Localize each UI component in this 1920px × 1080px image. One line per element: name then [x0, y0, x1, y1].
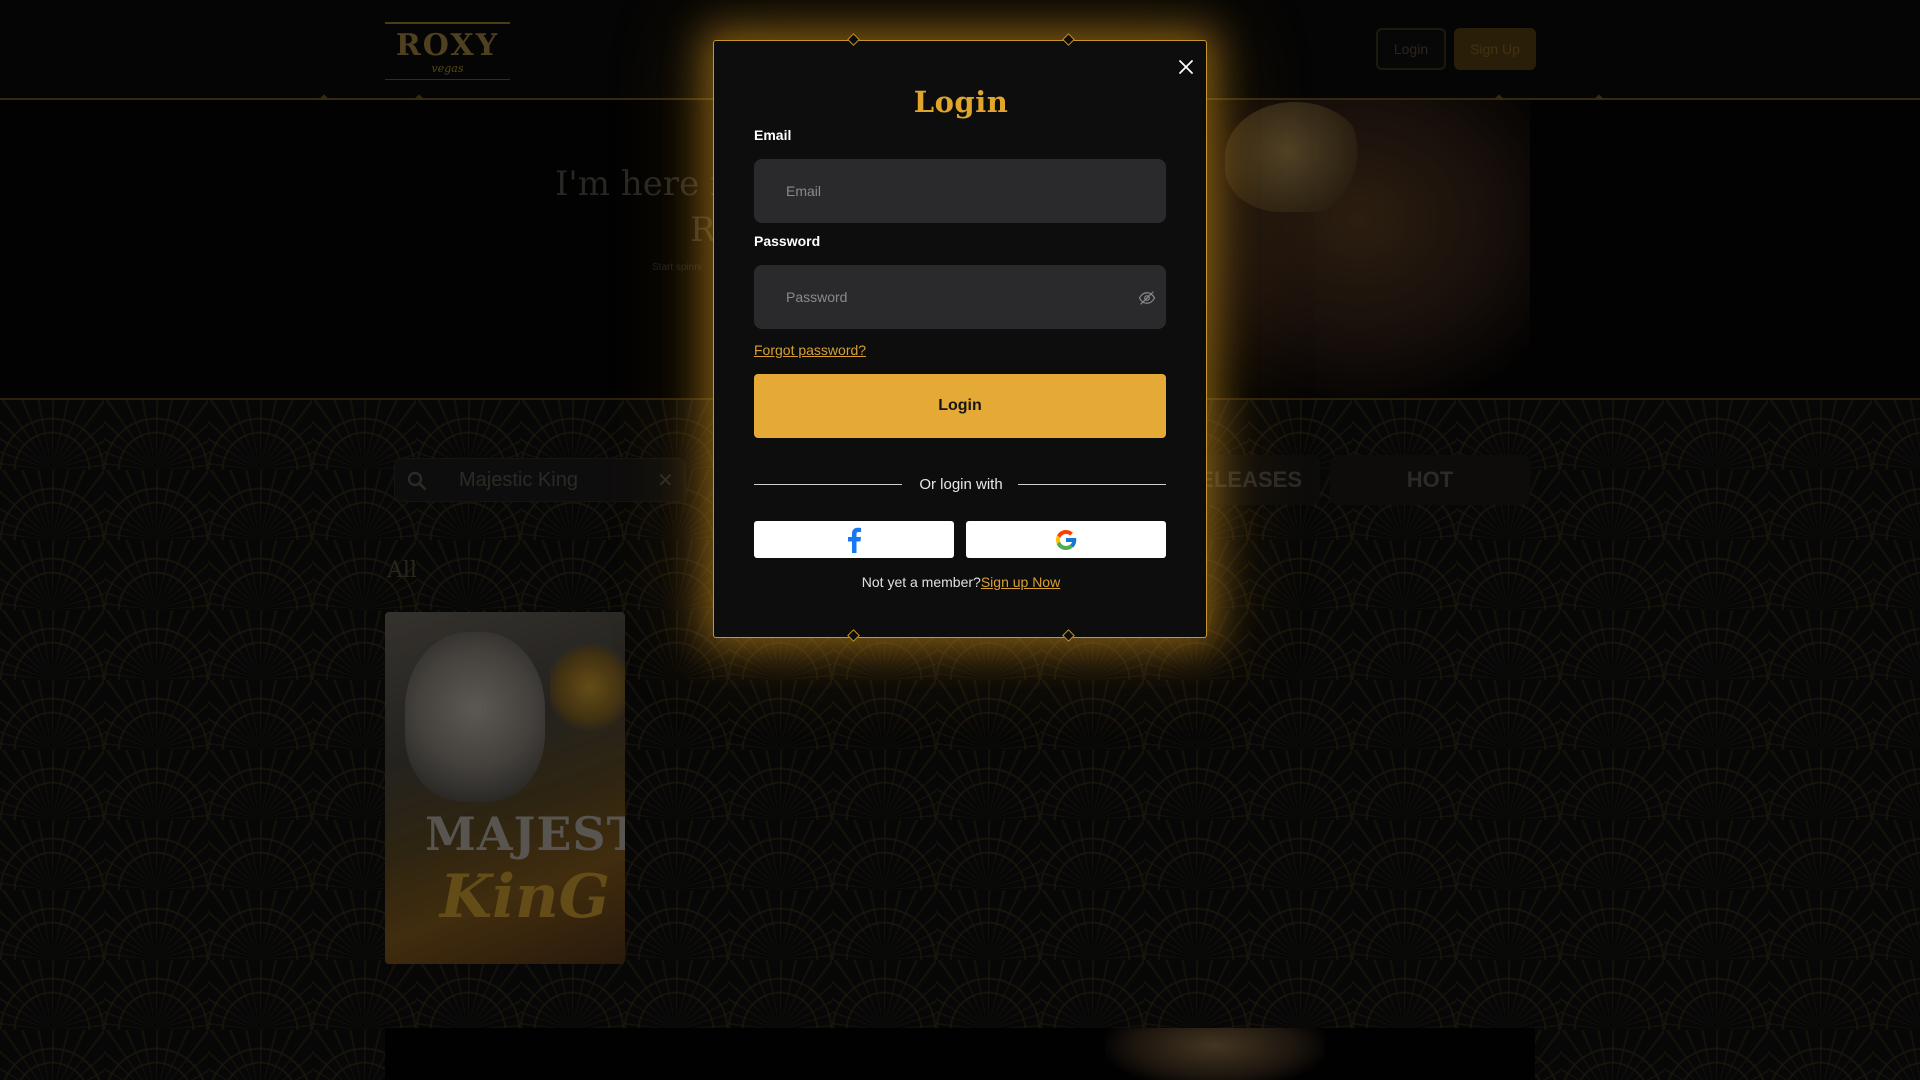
- facebook-login-button[interactable]: [754, 521, 954, 558]
- signup-now-link[interactable]: Sign up Now: [981, 574, 1060, 590]
- signup-prompt: Not yet a member?Sign up Now: [714, 574, 1208, 590]
- google-login-button[interactable]: [966, 521, 1166, 558]
- google-icon: [1056, 529, 1077, 550]
- modal-title: Login: [913, 85, 1009, 119]
- page: ROXY vegas Login Sign Up I'm here f R St…: [0, 0, 1920, 1080]
- close-icon[interactable]: [1174, 55, 1198, 79]
- email-field[interactable]: [754, 159, 1166, 223]
- signup-prompt-text: Not yet a member?: [861, 574, 981, 590]
- password-field[interactable]: [754, 265, 1166, 329]
- divider-line-right: [1018, 484, 1166, 485]
- facebook-icon: [848, 527, 862, 553]
- eye-off-icon[interactable]: [1138, 289, 1156, 307]
- password-label: Password: [754, 233, 821, 249]
- forgot-password-link[interactable]: Forgot password?: [754, 342, 866, 358]
- login-submit-button[interactable]: Login: [754, 374, 1166, 438]
- login-modal: Login Email Password Forgot password? Lo…: [713, 33, 1208, 642]
- email-label: Email: [754, 127, 792, 143]
